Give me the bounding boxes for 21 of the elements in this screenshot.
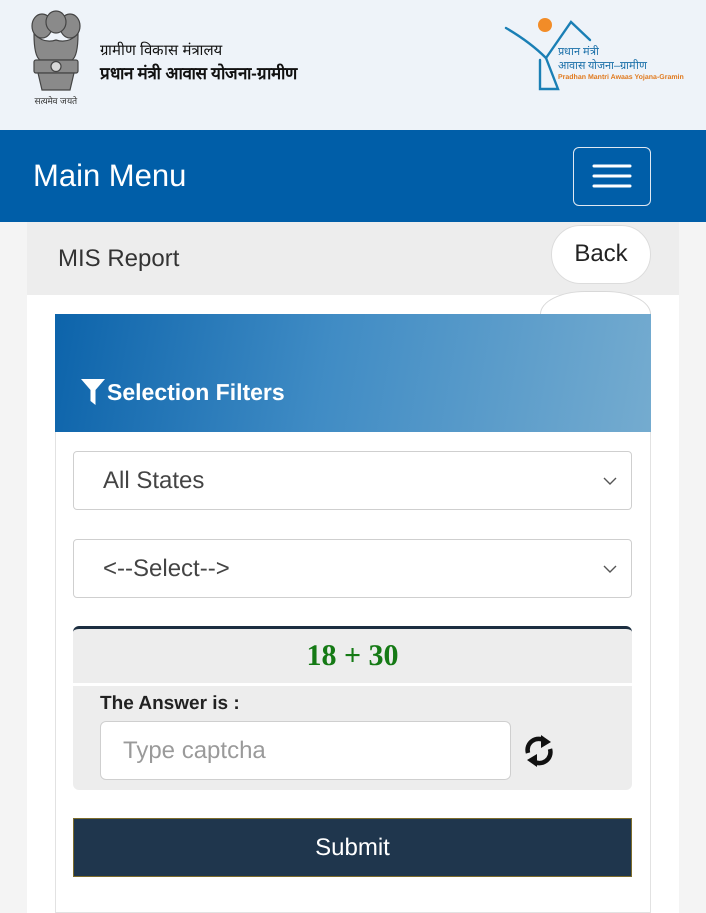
card-title: Selection Filters — [107, 379, 285, 406]
answer-label: The Answer is : — [100, 692, 240, 716]
logo-text: प्रधान मंत्री — [558, 45, 600, 59]
captcha-input[interactable]: Type captcha — [100, 721, 511, 780]
ministry-name: ग्रामीण विकास मंत्रालय — [100, 40, 222, 61]
logo-text: आवास योजना–ग्रामीण — [558, 59, 648, 73]
dropdown[interactable]: <--Select--> — [73, 539, 632, 598]
filter-icon — [81, 379, 105, 405]
navbar-title: Main Menu — [33, 158, 186, 194]
menu-icon — [592, 164, 632, 188]
back-button[interactable]: Back — [551, 224, 651, 284]
chevron-down-icon — [603, 476, 617, 484]
refresh-icon[interactable] — [523, 734, 555, 768]
menu-button[interactable] — [573, 146, 651, 206]
scheme-title: प्रधान मंत्री आवास योजना-ग्रामीण — [100, 62, 297, 85]
dropdown[interactable]: All States — [73, 451, 632, 510]
chevron-down-icon — [603, 564, 617, 572]
page-title: MIS Report — [58, 244, 180, 272]
emblem-motto: सत्यमेव जयते — [34, 95, 78, 107]
captcha-text: 18 + 30 — [306, 639, 399, 673]
submit-button[interactable]: Submit — [73, 818, 632, 877]
